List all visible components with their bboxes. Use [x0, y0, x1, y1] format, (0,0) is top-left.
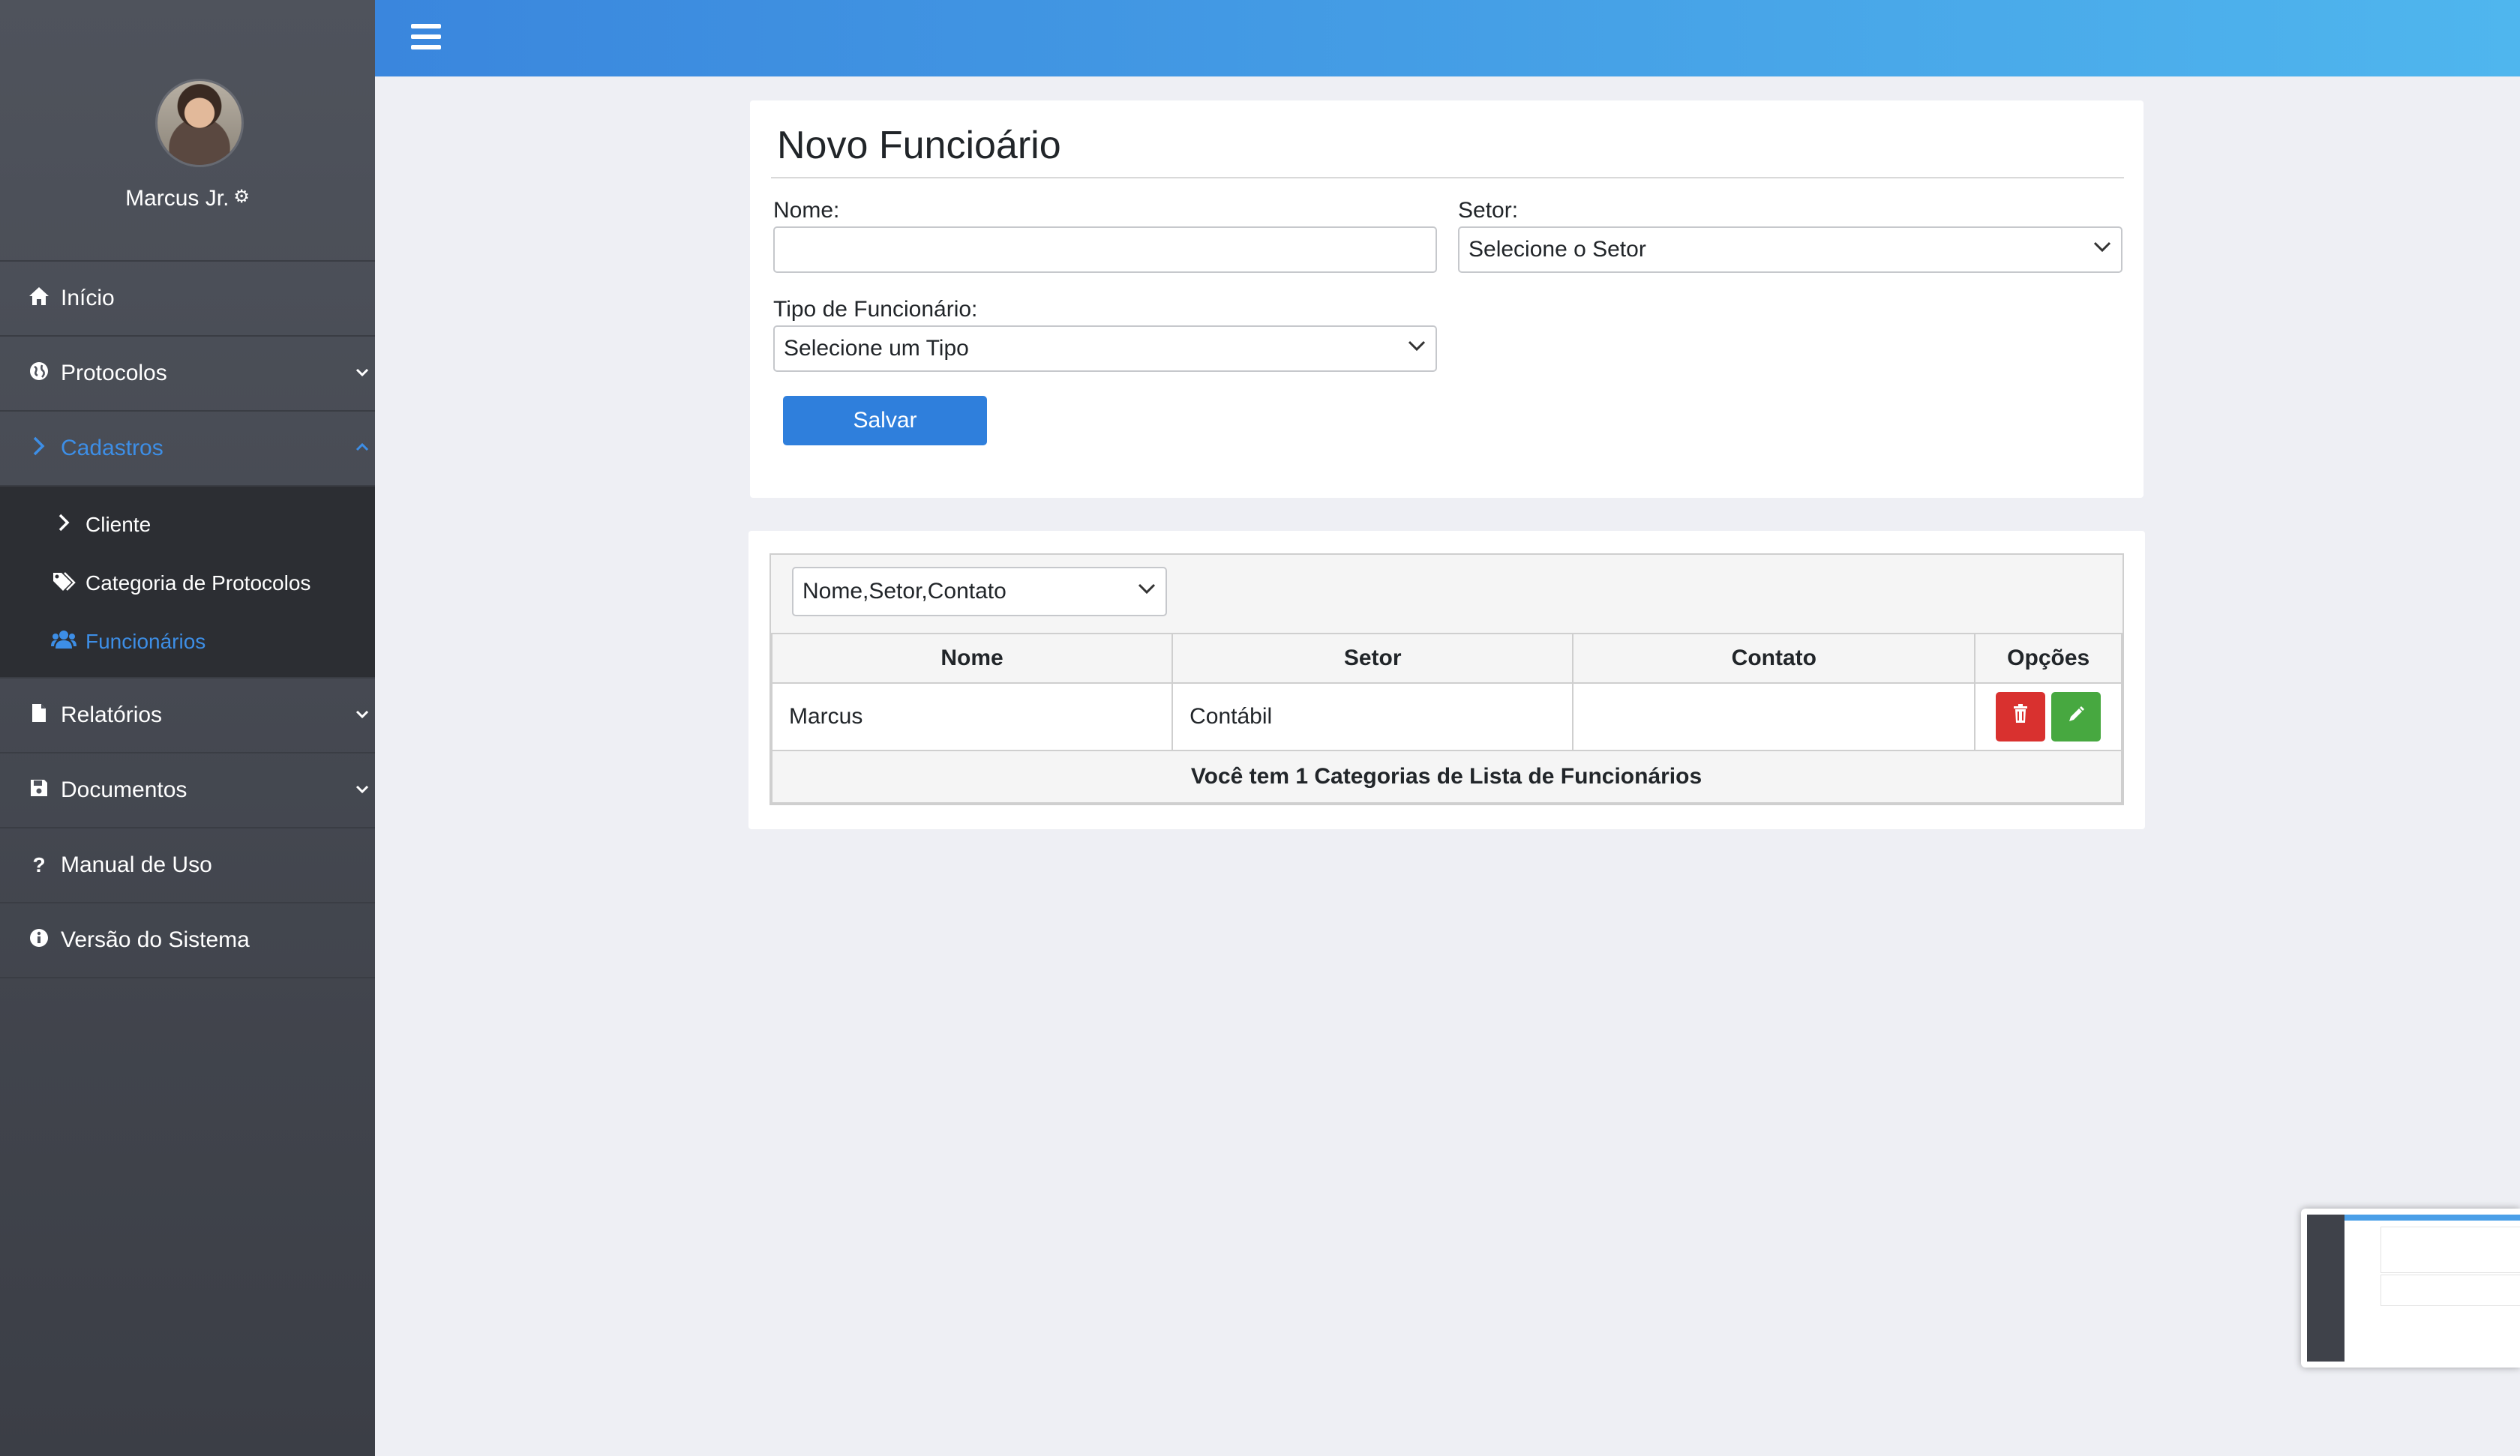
- profile-section: Marcus Jr. ⚙: [0, 0, 375, 262]
- page-title: Novo Funcioário: [777, 124, 1061, 167]
- setor-selected-value: Selecione o Setor: [1468, 237, 1646, 262]
- title-divider: [771, 177, 2124, 178]
- trash-icon: [2012, 704, 2029, 729]
- question-icon: ?: [32, 853, 46, 876]
- table-row: Marcus Contábil: [770, 682, 2122, 751]
- sidebar-item-relatorios[interactable]: Relatórios: [0, 679, 375, 753]
- submenu-item-label: Funcionários: [86, 630, 206, 653]
- chevron-down-icon: [354, 779, 370, 802]
- chevron-down-icon: [354, 704, 370, 727]
- cell-setor: Contábil: [1172, 682, 1574, 751]
- topbar: [375, 0, 2520, 76]
- sidebar-item-label: Manual de Uso: [61, 852, 212, 877]
- column-header-setor[interactable]: Setor: [1172, 633, 1574, 684]
- column-header-contato[interactable]: Contato: [1572, 633, 1976, 684]
- new-employee-form: Novo Funcioário Nome: Setor: Selecione o…: [750, 100, 2144, 498]
- sidebar-item-label: Documentos: [61, 777, 188, 802]
- tipo-select[interactable]: Selecione um Tipo: [773, 325, 1437, 372]
- chevron-down-icon: [1137, 579, 1156, 595]
- chevron-down-icon: [2092, 237, 2111, 253]
- tipo-label: Tipo de Funcionário:: [773, 297, 978, 322]
- save-button[interactable]: Salvar: [783, 396, 987, 445]
- screenshot-thumbnail[interactable]: [2301, 1209, 2520, 1368]
- cell-contato: [1572, 682, 1976, 751]
- submenu-item-categoria-protocolos[interactable]: Categoria de Protocolos: [0, 554, 375, 613]
- save-icon: [27, 778, 51, 803]
- sidebar-item-protocolos[interactable]: Protocolos: [0, 337, 375, 412]
- tipo-selected-value: Selecione um Tipo: [784, 336, 969, 361]
- sidebar-item-inicio[interactable]: Início: [0, 262, 375, 337]
- sidebar-item-label: Cadastros: [61, 436, 164, 460]
- sidebar-item-versao[interactable]: Versão do Sistema: [0, 903, 375, 978]
- chevron-down-icon: [354, 362, 370, 385]
- edit-button[interactable]: [2050, 692, 2101, 741]
- gear-icon[interactable]: ⚙: [233, 187, 250, 207]
- table-footer-summary: Você tem 1 Categorias de Lista de Funcio…: [771, 750, 2122, 804]
- file-icon: [27, 703, 51, 729]
- filter-selected-value: Nome,Setor,Contato: [802, 579, 1006, 604]
- sidebar-item-label: Relatórios: [61, 703, 163, 727]
- bars-icon[interactable]: [411, 24, 441, 51]
- info-icon: [27, 928, 51, 953]
- cell-nome: Marcus: [770, 682, 1174, 751]
- pencil-icon: [2067, 704, 2085, 729]
- column-header-opcoes: Opções: [1974, 633, 2122, 684]
- employee-list: Nome,Setor,Contato Nome Setor Contato Op…: [770, 553, 2124, 805]
- filter-select[interactable]: Nome,Setor,Contato: [792, 567, 1167, 616]
- sidebar-item-manual[interactable]: ? Manual de Uso: [0, 828, 375, 903]
- employee-list-panel: Nome,Setor,Contato Nome Setor Contato Op…: [748, 531, 2145, 829]
- home-icon: [27, 286, 51, 312]
- submenu-item-label: Categoria de Protocolos: [86, 571, 311, 595]
- users-icon: [51, 630, 76, 655]
- user-name-label: Marcus Jr.: [125, 186, 230, 211]
- sidebar-item-label: Versão do Sistema: [61, 927, 250, 952]
- submenu-item-funcionarios[interactable]: Funcionários: [0, 613, 375, 671]
- tags-icon: [51, 571, 76, 596]
- delete-button[interactable]: [1995, 692, 2045, 741]
- nome-input[interactable]: [773, 226, 1437, 273]
- chevron-up-icon: [354, 437, 370, 460]
- chevron-right-icon: [27, 435, 51, 463]
- nome-label: Nome:: [773, 198, 840, 223]
- setor-select[interactable]: Selecione o Setor: [1458, 226, 2122, 273]
- chevron-right-icon: [51, 512, 76, 538]
- submenu-item-cliente[interactable]: Cliente: [0, 496, 375, 554]
- setor-label: Setor:: [1458, 198, 1519, 223]
- avatar[interactable]: [158, 81, 242, 165]
- sidebar-item-cadastros[interactable]: Cadastros: [0, 412, 375, 487]
- sidebar: Marcus Jr.⚙ Início Protocolos Cadastros: [0, 0, 375, 1456]
- user-name[interactable]: Marcus Jr. ⚙: [0, 186, 375, 211]
- sidebar-item-label: Início: [61, 286, 115, 310]
- cell-opcoes: [1974, 682, 2122, 751]
- table-header-row: Nome Setor Contato Opções: [770, 633, 2122, 684]
- cadastros-submenu: Cliente Categoria de Protocolos Funcioná…: [0, 487, 375, 679]
- sidebar-item-documentos[interactable]: Documentos: [0, 753, 375, 828]
- sidebar-item-label: Protocolos: [61, 361, 167, 385]
- table-footer-row: Você tem 1 Categorias de Lista de Funcio…: [771, 750, 2122, 804]
- globe-icon: [27, 361, 51, 387]
- submenu-item-label: Cliente: [86, 513, 152, 536]
- chevron-down-icon: [1407, 336, 1426, 352]
- employee-table: Nome Setor Contato Opções Marcus Contábi…: [770, 633, 2122, 804]
- column-header-nome[interactable]: Nome: [770, 633, 1174, 684]
